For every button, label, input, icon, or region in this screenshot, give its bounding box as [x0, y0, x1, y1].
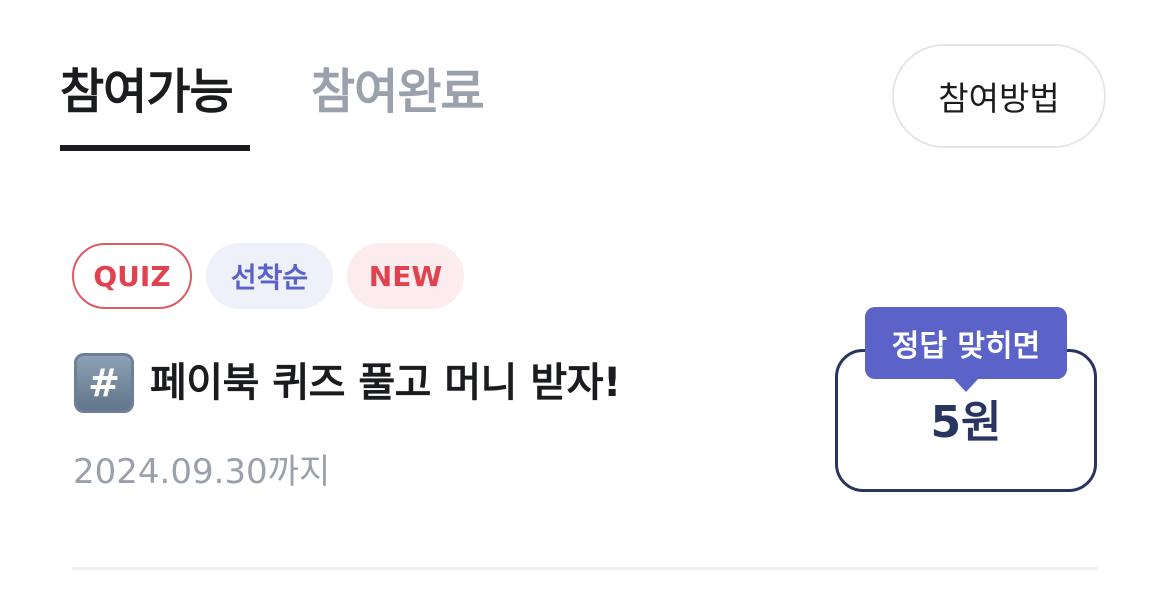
- event-deadline: 2024.09.30까지: [73, 452, 331, 492]
- quiz-badge: QUIZ: [72, 243, 192, 309]
- reward-amount: 5원: [930, 397, 1002, 448]
- reward-tooltip: 정답 맞히면: [865, 307, 1067, 379]
- active-tab-indicator: [60, 145, 250, 151]
- tooltip-arrow: [953, 378, 979, 392]
- hash-keycap-icon: #: [74, 353, 134, 413]
- new-badge: NEW: [347, 243, 464, 309]
- how-to-participate-button[interactable]: 참여방법: [892, 44, 1106, 148]
- tab-available[interactable]: 참여가능: [60, 62, 234, 122]
- first-come-badge: 선착순: [206, 243, 333, 309]
- card-divider: [72, 567, 1098, 570]
- event-title: 페이북 퀴즈 풀고 머니 받자!: [150, 360, 621, 406]
- tab-completed[interactable]: 참여완료: [311, 62, 485, 122]
